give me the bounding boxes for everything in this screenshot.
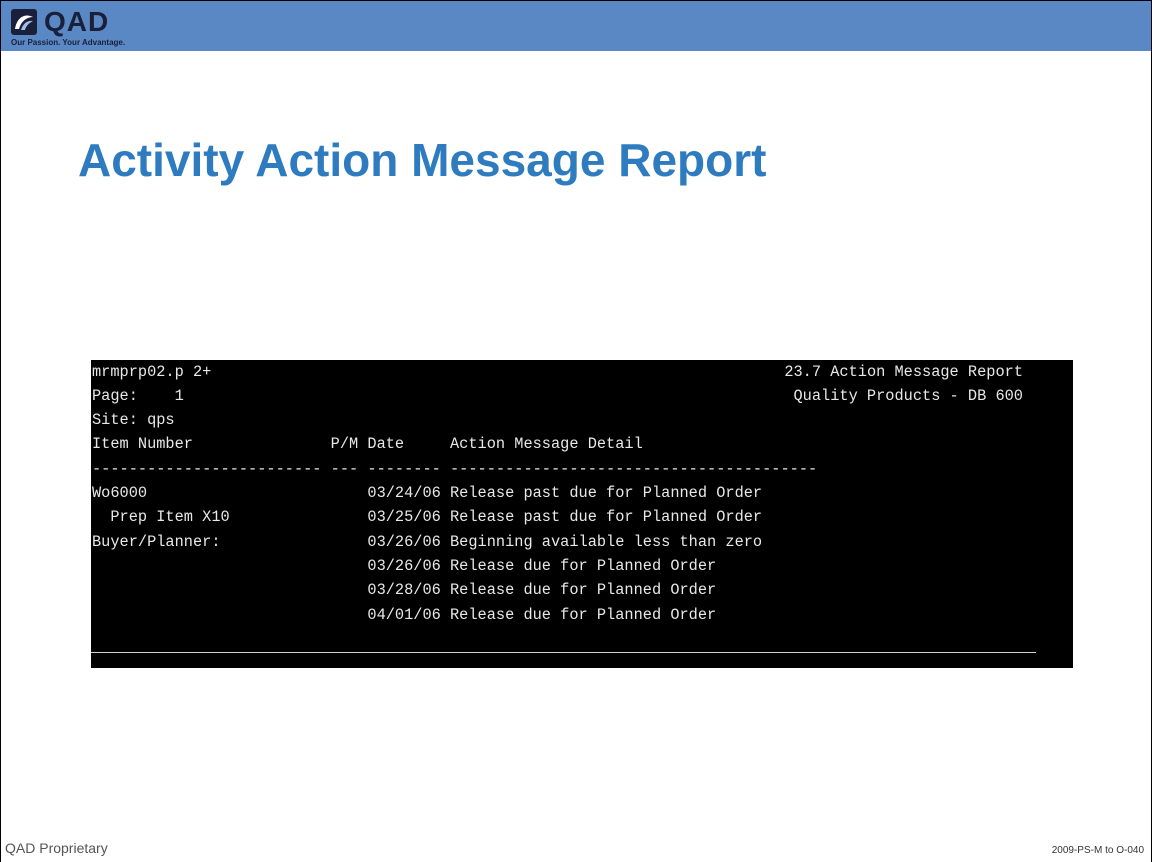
report-program: mrmprp02.p 2+ <box>92 363 212 381</box>
report-row: 04/01/06 Release due for Planned Order <box>92 606 717 624</box>
report-row: Prep Item X10 03/25/06 Release past due … <box>92 508 763 526</box>
logo-text: QAD <box>44 6 110 37</box>
report-bottom-rule <box>91 652 1036 653</box>
qad-swirl-icon <box>11 9 37 35</box>
report-site: Site: qps <box>92 411 175 429</box>
report-title: 23.7 Action Message Report <box>784 363 1023 381</box>
report-row: Wo6000 03/24/06 Release past due for Pla… <box>92 484 763 502</box>
report-row: 03/26/06 Release due for Planned Order <box>92 557 717 575</box>
report-row: Buyer/Planner: 03/26/06 Beginning availa… <box>92 533 763 551</box>
report-row: 03/28/06 Release due for Planned Order <box>92 581 717 599</box>
footer-slide-code: 2009-PS-M to O-040 <box>1051 845 1144 856</box>
slide-title: Activity Action Message Report <box>78 134 767 186</box>
tagline: Our Passion. Your Advantage. <box>11 38 126 47</box>
report-page: Page: 1 <box>92 387 184 405</box>
column-rule: ------------------------- --- -------- -… <box>92 460 818 478</box>
header-bar: QAD Our Passion. Your Advantage. <box>1 1 1151 51</box>
column-header: Item Number P/M Date Action Message Deta… <box>92 435 643 453</box>
footer-proprietary: QAD Proprietary <box>5 840 108 856</box>
report-company: Quality Products - DB 600 <box>793 387 1024 405</box>
slide: QAD Our Passion. Your Advantage. Activit… <box>0 0 1152 862</box>
report-screen: mrmprp02.p 2+ 23.7 Action Message Report… <box>91 360 1073 668</box>
